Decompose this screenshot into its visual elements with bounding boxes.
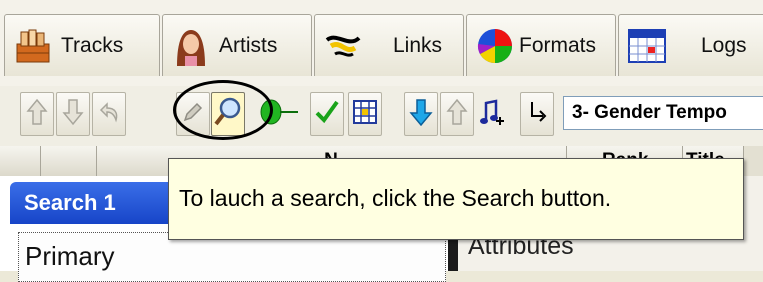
tab-tracks[interactable]: Tracks bbox=[4, 14, 160, 76]
search-tooltip: To lauch a search, click the Search butt… bbox=[168, 158, 744, 240]
arrow-down-icon bbox=[62, 98, 84, 131]
up-arrow-icon bbox=[446, 98, 468, 131]
move-to-bottom-button[interactable] bbox=[404, 92, 438, 136]
checkmark-icon bbox=[314, 99, 340, 130]
grid-icon bbox=[352, 99, 378, 130]
tab-links[interactable]: Links bbox=[314, 14, 464, 76]
tab-formats[interactable]: Formats bbox=[466, 14, 616, 76]
artist-portrait-icon bbox=[171, 26, 211, 66]
tab-artists[interactable]: Artists bbox=[162, 14, 312, 76]
header-cell-blank[interactable] bbox=[0, 146, 41, 176]
undo-icon bbox=[97, 100, 121, 129]
calendar-grid-icon bbox=[627, 26, 667, 66]
search-panel-title: Search 1 bbox=[24, 190, 116, 215]
header-cell-select[interactable] bbox=[40, 146, 97, 176]
grid-view-button[interactable] bbox=[348, 92, 382, 136]
blue-down-arrow-icon bbox=[409, 98, 433, 131]
tab-links-label: Links bbox=[393, 33, 443, 57]
apply-button[interactable] bbox=[310, 92, 344, 136]
crate-icon bbox=[13, 26, 53, 66]
tab-artists-label: Artists bbox=[219, 33, 278, 57]
tab-logs-label: Logs bbox=[701, 33, 747, 57]
module-tab-bar: Tracks Artists Links Formats Logs bbox=[0, 0, 763, 87]
arrow-up-icon bbox=[26, 98, 48, 131]
pie-chart-icon bbox=[475, 26, 515, 66]
tab-logs[interactable]: Logs bbox=[618, 14, 763, 76]
tab-formats-label: Formats bbox=[519, 33, 597, 57]
music-note-add-icon bbox=[478, 97, 508, 132]
header-scroll-button[interactable] bbox=[743, 146, 763, 176]
tooltip-text: To lauch a search, click the Search butt… bbox=[179, 185, 612, 211]
move-to-top-button[interactable] bbox=[440, 92, 474, 136]
insert-button[interactable] bbox=[520, 92, 554, 136]
link-scribble-icon bbox=[323, 26, 363, 66]
turn-arrow-icon bbox=[525, 99, 549, 130]
add-note-button[interactable] bbox=[476, 92, 510, 136]
undo-button[interactable] bbox=[92, 92, 126, 136]
move-up-button[interactable] bbox=[20, 92, 54, 136]
preset-select[interactable]: 3- Gender Tempo bbox=[563, 96, 763, 130]
move-down-button[interactable] bbox=[56, 92, 90, 136]
tab-tracks-label: Tracks bbox=[61, 33, 124, 57]
highlight-circle bbox=[173, 80, 273, 140]
